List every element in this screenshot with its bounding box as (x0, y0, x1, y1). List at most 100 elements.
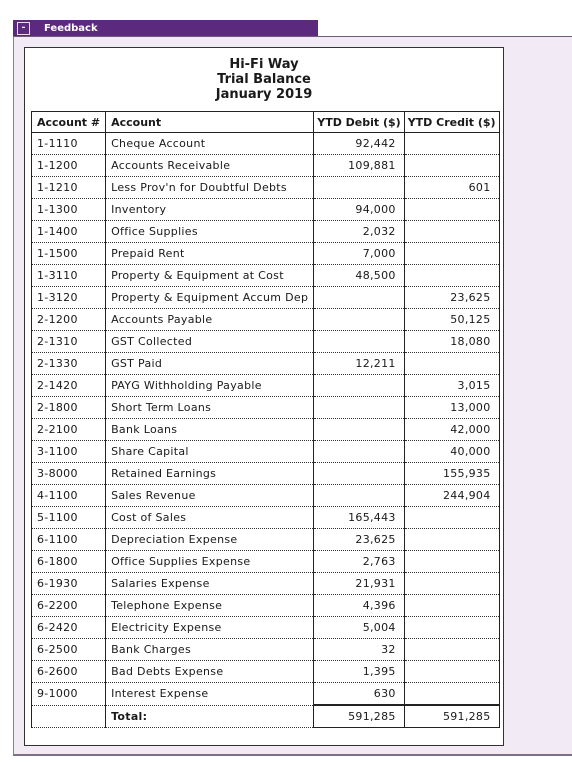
header-account: Account (105, 111, 315, 133)
account-name-cell: Property & Equipment at Cost (105, 264, 315, 287)
ytd-debit-cell (313, 396, 405, 419)
ytd-credit-cell (403, 638, 500, 661)
account-name-cell: PAYG Withholding Payable (105, 374, 315, 397)
account-number-cell: 2-1800 (30, 396, 107, 419)
account-number-cell: 6-2200 (30, 594, 107, 617)
account-number-cell: 4-1100 (30, 484, 107, 507)
account-number-cell: 1-1200 (30, 154, 107, 177)
table-row: 1-1210 Less Prov'n for Doubtful Debts 601 (30, 176, 500, 199)
ytd-debit-cell: 23,625 (313, 528, 405, 551)
account-name-cell: Retained Earnings (105, 462, 315, 485)
account-number-cell: 2-1420 (30, 374, 107, 397)
account-name-cell: GST Collected (105, 330, 315, 353)
ytd-debit-cell: 630 (313, 682, 405, 706)
ytd-debit-cell: 1,395 (313, 660, 405, 683)
ytd-credit-cell: 601 (403, 176, 500, 199)
trial-balance-table: Account # Account YTD Debit ($) YTD Cred… (30, 111, 500, 728)
ytd-debit-cell (313, 176, 405, 199)
account-number-cell: 2-1200 (30, 308, 107, 331)
ytd-credit-cell: 50,125 (403, 308, 500, 331)
table-row: 6-1800 Office Supplies Expense 2,763 (30, 550, 500, 573)
account-name-cell: Interest Expense (105, 682, 315, 706)
ytd-debit-cell: 165,443 (313, 506, 405, 529)
table-row: 1-1300 Inventory 94,000 (30, 198, 500, 221)
account-name-cell: Bad Debts Expense (105, 660, 315, 683)
account-number-cell: 6-2420 (30, 616, 107, 639)
trial-balance-sheet: Hi-Fi Way Trial Balance January 2019 Acc… (24, 47, 504, 746)
ytd-debit-cell: 5,004 (313, 616, 405, 639)
account-name-cell: Salaries Expense (105, 572, 315, 595)
ytd-credit-cell: 23,625 (403, 286, 500, 309)
account-name-cell: Electricity Expense (105, 616, 315, 639)
table-row: 9-1000 Interest Expense 630 (30, 682, 500, 706)
ytd-debit-cell: 32 (313, 638, 405, 661)
table-row: 2-2100 Bank Loans 42,000 (30, 418, 500, 441)
account-number-cell: 2-1310 (30, 330, 107, 353)
account-name-cell: Inventory (105, 198, 315, 221)
account-name-cell: Telephone Expense (105, 594, 315, 617)
table-row: 2-1200 Accounts Payable 50,125 (30, 308, 500, 331)
account-number-cell: 1-1300 (30, 198, 107, 221)
account-number-cell: 1-3120 (30, 286, 107, 309)
panel-title: Feedback (44, 23, 98, 34)
account-name-cell: Office Supplies Expense (105, 550, 315, 573)
ytd-credit-cell: 3,015 (403, 374, 500, 397)
ytd-credit-cell (403, 660, 500, 683)
table-row: 2-1420 PAYG Withholding Payable 3,015 (30, 374, 500, 397)
ytd-debit-cell: 92,442 (313, 132, 405, 155)
account-name-cell: Office Supplies (105, 220, 315, 243)
ytd-debit-cell (313, 418, 405, 441)
account-name-cell: GST Paid (105, 352, 315, 375)
account-name-cell: Less Prov'n for Doubtful Debts (105, 176, 315, 199)
ytd-debit-cell (313, 374, 405, 397)
table-row: 2-1330 GST Paid 12,211 (30, 352, 500, 375)
total-debit: 591,285 (313, 704, 405, 728)
account-number-cell: 2-2100 (30, 418, 107, 441)
header-ytd-credit: YTD Credit ($) (403, 111, 500, 133)
account-name-cell: Accounts Payable (105, 308, 315, 331)
report-period: January 2019 (215, 87, 313, 102)
account-name-cell: Bank Charges (105, 638, 315, 661)
table-row: 2-1310 GST Collected 18,080 (30, 330, 500, 353)
ytd-credit-cell (403, 550, 500, 573)
ytd-credit-cell (403, 352, 500, 375)
account-number-cell: 1-1110 (30, 132, 107, 155)
ytd-credit-cell (403, 616, 500, 639)
ytd-debit-cell: 2,763 (313, 550, 405, 573)
table-row: 6-1100 Depreciation Expense 23,625 (30, 528, 500, 551)
account-number-cell: 3-8000 (30, 462, 107, 485)
table-row: 3-8000 Retained Earnings 155,935 (30, 462, 500, 485)
table-row: 5-1100 Cost of Sales 165,443 (30, 506, 500, 529)
ytd-credit-cell (403, 154, 500, 177)
ytd-credit-cell (403, 220, 500, 243)
table-row: 3-1100 Share Capital 40,000 (30, 440, 500, 463)
company-name: Hi-Fi Way (229, 57, 299, 72)
account-name-cell: Cheque Account (105, 132, 315, 155)
ytd-credit-cell (403, 198, 500, 221)
ytd-debit-cell: 21,931 (313, 572, 405, 595)
table-row: 1-3120 Property & Equipment Accum Dep 23,6… (30, 286, 500, 309)
account-name-cell: Cost of Sales (105, 506, 315, 529)
header-ytd-debit: YTD Debit ($) (313, 111, 405, 133)
account-number-cell: 9-1000 (30, 682, 107, 706)
collapse-toggle-button[interactable]: - (17, 22, 30, 35)
ytd-credit-cell: 155,935 (403, 462, 500, 485)
ytd-credit-cell (403, 506, 500, 529)
ytd-credit-cell: 13,000 (403, 396, 500, 419)
feedback-panel-header: - Feedback (13, 20, 318, 37)
table-row: 6-2200 Telephone Expense 4,396 (30, 594, 500, 617)
account-number-cell: 5-1100 (30, 506, 107, 529)
account-name-cell: Prepaid Rent (105, 242, 315, 265)
table-row: 1-1200 Accounts Receivable 109,881 (30, 154, 500, 177)
ytd-credit-cell (403, 528, 500, 551)
total-credit: 591,285 (403, 704, 500, 728)
account-name-cell: Accounts Receivable (105, 154, 315, 177)
ytd-debit-cell: 109,881 (313, 154, 405, 177)
ytd-debit-cell (313, 484, 405, 507)
account-number-cell: 2-1330 (30, 352, 107, 375)
ytd-debit-cell: 4,396 (313, 594, 405, 617)
table-row: 4-1100 Sales Revenue 244,904 (30, 484, 500, 507)
account-number-cell: 1-3110 (30, 264, 107, 287)
ytd-debit-cell: 48,500 (313, 264, 405, 287)
account-number-cell: 6-1100 (30, 528, 107, 551)
